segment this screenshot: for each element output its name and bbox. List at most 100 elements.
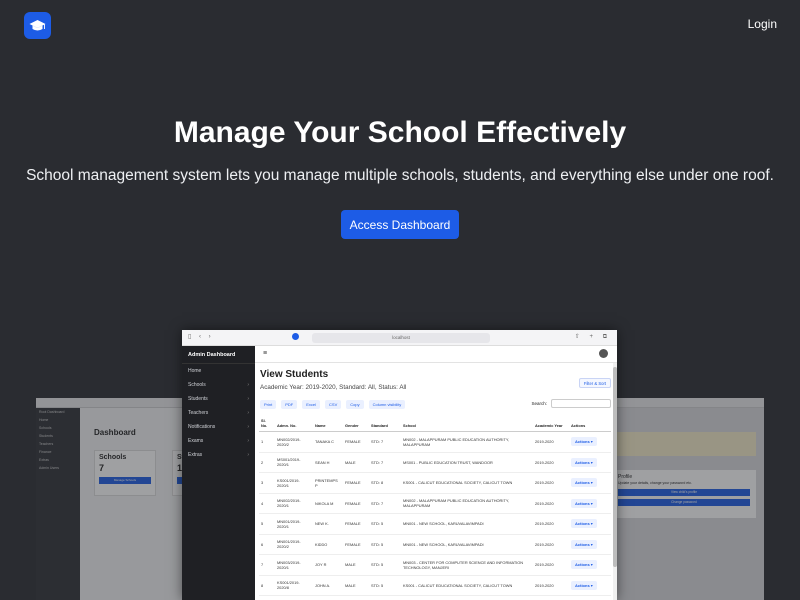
access-dashboard-button[interactable]: Access Dashboard	[341, 210, 459, 239]
view-students-preview-window: ▯ ‹ › localhost ⇧ + ⧉ Admin Dashboard Ho…	[182, 330, 617, 600]
column-header: Gender	[343, 415, 369, 432]
table-cell: STD: 5	[369, 534, 401, 555]
sidebar-item-extras: Extras ›	[182, 448, 255, 462]
table-cell: 1	[259, 431, 275, 453]
table-row: 2 MS001/2019-2020/1 SEAN H MALE STD: 7 MS001 …	[259, 452, 611, 473]
sidebar-item-label: Home	[188, 368, 202, 374]
table-row: 1 MN002/2019-2020/2 TANAKA C FEMALE STD: 7 MN…	[259, 431, 611, 453]
table-cell: 7	[259, 554, 275, 576]
table-cell: MN001 - NEW SCHOOL, KARUVALAVIMPADI	[401, 513, 533, 535]
preview-alert	[612, 432, 756, 456]
table-cell: JOY R	[313, 554, 343, 576]
excel-button: Excel	[302, 400, 321, 409]
sidebar-item-label: Teachers	[188, 410, 209, 416]
table-row: 6 MN001/2019-2020/2 KIDDO FEMALE STD: 5 MN001…	[259, 534, 611, 555]
table-cell: 2019-2020	[533, 513, 569, 535]
preview-main: Dashboard Schools 7 Manage Schools Stu 1…	[80, 408, 196, 600]
scrollbar-thumb	[613, 367, 617, 567]
actions-dropdown-button: Actions ▾	[571, 498, 597, 508]
pdf-button: PDF	[281, 400, 298, 409]
chevron-right-icon: ›	[247, 452, 249, 458]
table-cell: MS001/2019-2020/1	[275, 452, 313, 473]
copy-button: Copy	[346, 400, 364, 409]
browser-chrome	[36, 398, 196, 408]
preview-sidebar-item: Schools	[39, 426, 52, 430]
table-cell: 2019-2020	[533, 452, 569, 473]
top-navbar: Login	[0, 0, 800, 50]
print-button: Print	[260, 400, 277, 409]
table-cell: MN003 - CENTER FOR COMPUTER SCIENCE AND …	[401, 554, 533, 576]
column-header: Standard	[369, 415, 401, 432]
card-value: 7	[99, 463, 105, 473]
change-password-button: Change password	[618, 499, 750, 506]
table-cell: MS001 - PUBLIC EDUCATION TRUST, WANDOOR	[401, 452, 533, 473]
table-cell: 2	[259, 452, 275, 473]
page-subtitle: Academic Year: 2019-2020, Standard: All,…	[260, 384, 407, 391]
sidebar-item-notifications: Notifications ›	[182, 420, 255, 434]
export-toolbar: Print PDF Excel CSV Copy Column visibili…	[260, 400, 406, 409]
table-cell: FEMALE	[343, 534, 369, 555]
actions-cell: Actions ▾	[569, 513, 611, 535]
chevron-right-icon: ›	[247, 438, 249, 444]
table-cell: MALE	[343, 575, 369, 596]
table-cell: JOHN A.	[313, 575, 343, 596]
sidebar-item-schools: Schools ›	[182, 378, 255, 392]
preview-brand: Root Dashboard	[39, 410, 65, 414]
graduation-cap-logo-icon[interactable]	[24, 12, 51, 39]
column-visibility-button: Column visibility	[368, 400, 406, 409]
table-cell: PRINTEMPS P	[313, 472, 343, 494]
preview-sidebar-item: Teachers	[39, 442, 54, 446]
login-link[interactable]: Login	[748, 17, 777, 31]
card-text: Update your details, change your passwor…	[618, 481, 692, 485]
page-title: View Students	[260, 369, 329, 380]
table-cell: STD: 7	[369, 431, 401, 453]
filter-sort-button: Filter & Sort	[578, 378, 611, 388]
table-cell: STD: 5	[369, 513, 401, 535]
column-header: Admn. No.	[275, 415, 313, 432]
table-cell: MN002/2019-2020/1	[275, 493, 313, 514]
csv-button: CSV	[325, 400, 342, 409]
preview-topnav: ≡	[255, 346, 617, 363]
table-row: 7 MN003/2019-2020/1 JOY R MALE STD: 5 MN003 -…	[259, 554, 611, 576]
column-header: School	[401, 415, 533, 432]
table-cell: TANAKA C	[313, 431, 343, 453]
actions-dropdown-button: Actions ▾	[571, 539, 597, 549]
table-cell: NEW K.	[313, 513, 343, 535]
chevron-right-icon: ›	[247, 396, 249, 402]
actions-cell: Actions ▾	[569, 452, 611, 473]
actions-dropdown-button: Actions ▾	[571, 519, 597, 529]
table-cell: STD: 7	[369, 493, 401, 514]
table-cell: MN003/2019-2020/1	[275, 554, 313, 576]
actions-cell: Actions ▾	[569, 431, 611, 453]
table-cell: FEMALE	[343, 513, 369, 535]
actions-dropdown-button: Actions ▾	[571, 457, 597, 467]
table-cell: 2019-2020	[533, 575, 569, 596]
chevron-right-icon: ›	[247, 382, 249, 388]
sidebar-item-label: Schools	[188, 382, 206, 388]
browser-chrome: ▯ ‹ › localhost ⇧ + ⧉	[182, 330, 617, 346]
table-cell: FEMALE	[343, 493, 369, 514]
preview-sidebar-item: Extras	[39, 458, 49, 462]
preview-sidebar: Admin Dashboard Home Schools › Students › …	[182, 346, 255, 600]
actions-cell: Actions ▾	[569, 472, 611, 494]
manage-schools-button: Manage Schools	[99, 477, 151, 484]
actions-dropdown-button: Actions ▾	[571, 560, 597, 570]
table-row: 8 KS001/2019-2020/8 JOHN A. MALE STD: 5 KS001…	[259, 575, 611, 596]
table-cell: KS001/2019-2020/8	[275, 575, 313, 596]
table-cell: KIDDO	[313, 534, 343, 555]
preview-sidebar-item: Home	[39, 418, 49, 422]
browser-chrome	[612, 398, 764, 408]
background-dashboard-preview-right: Profile Update your details, change your…	[612, 398, 764, 600]
table-cell: KS001/2019-2020/1	[275, 472, 313, 494]
table-cell: MN001 - NEW SCHOOL, KARUVALAVIMPADI	[401, 534, 533, 555]
table-cell: MN002 - MALAPPURAM PUBLIC EDUCATION AUTH…	[401, 493, 533, 514]
column-header: Name	[313, 415, 343, 432]
hamburger-menu-icon: ≡	[263, 350, 268, 357]
shield-icon	[292, 333, 299, 340]
students-table: Sl. No. Admn. No. Name Gender Standard S…	[259, 415, 611, 596]
sidebar-item-label: Exams	[188, 438, 204, 444]
preview-sidebar: Root Dashboard Home Schools Students Tea…	[36, 408, 80, 600]
view-profile-button: View child's profile	[618, 489, 750, 496]
table-cell: MN001/2019-2020/2	[275, 534, 313, 555]
search-input	[551, 399, 611, 408]
